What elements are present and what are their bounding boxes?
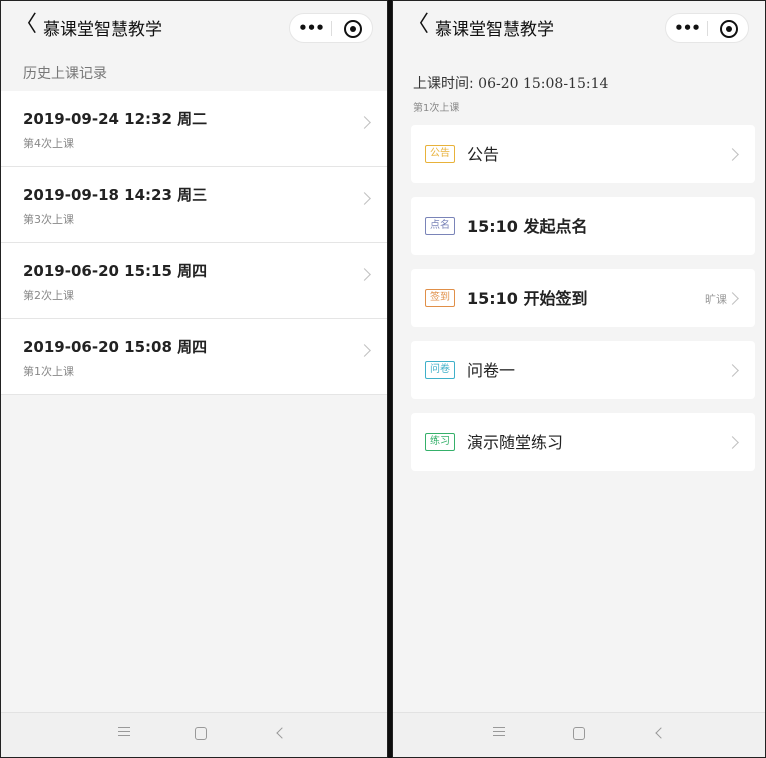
more-dots-icon[interactable]: ••• [290, 20, 332, 36]
history-session: 第1次上课 [23, 365, 74, 378]
history-list: 2019-09-24 12:32 周二 第4次上课 2019-09-18 14:… [1, 91, 387, 395]
history-row[interactable]: 2019-06-20 15:08 周四 第1次上课 [1, 319, 387, 395]
tag-badge: 练习 [425, 433, 455, 451]
chevron-right-icon [726, 148, 739, 161]
activity-card-rollcall[interactable]: 点名 15:10 发起点名 [411, 197, 755, 255]
nav-back-icon[interactable] [276, 727, 288, 739]
card-title: 问卷一 [467, 361, 516, 380]
home-square-icon[interactable] [195, 727, 207, 740]
tag-badge: 点名 [425, 217, 455, 235]
nav-back-icon[interactable] [655, 727, 667, 739]
title-bar: 〈 慕课堂智慧教学 ••• [1, 1, 387, 53]
activity-card-announcement[interactable]: 公告 公告 [411, 125, 755, 183]
mini-program-capsule: ••• [289, 13, 373, 43]
menu-icon[interactable] [493, 727, 505, 737]
history-row[interactable]: 2019-06-20 15:15 周四 第2次上课 [1, 243, 387, 319]
close-target-icon[interactable] [720, 20, 738, 38]
history-session: 第3次上课 [23, 213, 74, 226]
history-date: 2019-06-20 15:08 周四 [23, 338, 208, 356]
card-title: 15:10 发起点名 [467, 217, 588, 236]
history-date: 2019-06-20 15:15 周四 [23, 262, 208, 280]
activity-card-checkin[interactable]: 签到 15:10 开始签到 旷课 [411, 269, 755, 327]
back-icon[interactable]: 〈 [15, 13, 37, 37]
absence-status: 旷课 [705, 293, 727, 306]
history-date: 2019-09-18 14:23 周三 [23, 186, 208, 204]
history-session: 第4次上课 [23, 137, 74, 150]
history-session: 第2次上课 [23, 289, 74, 302]
chevron-right-icon [358, 116, 371, 129]
chevron-right-icon [358, 268, 371, 281]
home-square-icon[interactable] [573, 727, 585, 740]
history-date: 2019-09-24 12:32 周二 [23, 110, 208, 128]
class-time-label: 上课时间: [413, 76, 474, 92]
chevron-right-icon [726, 436, 739, 449]
tag-badge: 问卷 [425, 361, 455, 379]
activity-card-exercise[interactable]: 练习 演示随堂练习 [411, 413, 755, 471]
capsule-divider [707, 21, 708, 36]
activity-card-questionnaire[interactable]: 问卷 问卷一 [411, 341, 755, 399]
system-nav-bar [1, 712, 387, 757]
right-phone-screen: 〈 慕课堂智慧教学 ••• 上课时间: 06-20 15:08-15:14 第1… [392, 0, 766, 758]
card-title: 15:10 开始签到 [467, 289, 588, 308]
session-label: 第1次上课 [413, 103, 460, 114]
tag-badge: 公告 [425, 145, 455, 163]
mini-program-capsule: ••• [665, 13, 749, 43]
history-row[interactable]: 2019-09-18 14:23 周三 第3次上课 [1, 167, 387, 243]
class-time-value: 06-20 15:08-15:14 [478, 76, 609, 92]
chevron-right-icon [726, 364, 739, 377]
card-title: 公告 [467, 145, 500, 164]
title-bar: 〈 慕课堂智慧教学 ••• [393, 1, 765, 53]
history-row[interactable]: 2019-09-24 12:32 周二 第4次上课 [1, 91, 387, 167]
capsule-divider [331, 21, 332, 36]
chevron-right-icon [726, 292, 739, 305]
card-title: 演示随堂练习 [467, 433, 564, 452]
chevron-right-icon [358, 344, 371, 357]
tag-badge: 签到 [425, 289, 455, 307]
menu-icon[interactable] [118, 727, 130, 737]
back-icon[interactable]: 〈 [407, 13, 429, 37]
history-section-label: 历史上课记录 [23, 66, 107, 82]
left-phone-screen: 〈 慕课堂智慧教学 ••• 历史上课记录 2019-09-24 12:32 周二… [0, 0, 388, 758]
app-title: 慕课堂智慧教学 [435, 20, 554, 40]
class-time: 上课时间: 06-20 15:08-15:14 [413, 73, 608, 93]
system-nav-bar [393, 712, 765, 757]
app-title: 慕课堂智慧教学 [43, 20, 162, 40]
chevron-right-icon [358, 192, 371, 205]
more-dots-icon[interactable]: ••• [666, 20, 708, 36]
close-target-icon[interactable] [344, 20, 362, 38]
